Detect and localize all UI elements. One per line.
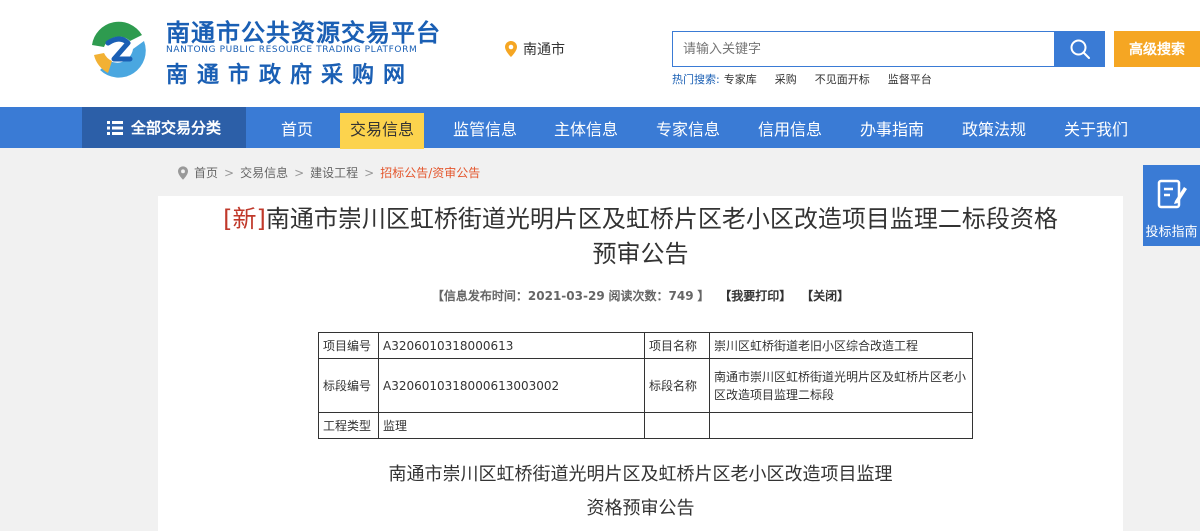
bidding-guide-button[interactable]: 投标指南 [1143, 165, 1200, 246]
table-row: 项目编号 A3206010318000613 项目名称 崇川区虹桥街道老旧小区综… [318, 332, 973, 359]
close-link[interactable]: 【关闭】 [801, 289, 849, 303]
nav-item-home[interactable]: 首页 [264, 107, 330, 148]
document-heading-line2: 资格预审公告 [586, 498, 695, 519]
table-cell: A3206010318000613003002 [378, 358, 645, 413]
all-categories-button[interactable]: 全部交易分类 [82, 107, 246, 148]
article-title-line2: 预审公告 [592, 240, 689, 268]
nav-item-credit-info[interactable]: 信用信息 [748, 107, 832, 148]
meta-prefix: 【信息发布时间： [431, 289, 528, 303]
table-cell: 工程类型 [318, 412, 379, 439]
location-pin-icon [505, 41, 517, 57]
document-heading: 南通市崇川区虹桥街道光明片区及虹桥片区老小区改造项目监理 资格预审公告 [158, 458, 1123, 526]
nav-item-about[interactable]: 关于我们 [1054, 107, 1138, 148]
site-title-english: NANTONG PUBLIC RESOURCE TRADING PLATFORM [166, 45, 418, 55]
hot-search-item[interactable]: 不见面开标 [815, 71, 870, 87]
table-cell: 标段编号 [318, 358, 379, 413]
table-cell [709, 412, 973, 439]
table-row: 工程类型 监理 [318, 412, 973, 439]
site-subtitle[interactable]: 南通市政府采购网 [166, 57, 414, 89]
site-logo-icon[interactable] [86, 15, 152, 81]
location-pin-icon [178, 165, 188, 180]
location-selector[interactable]: 南通市 [505, 39, 565, 59]
advanced-search-button[interactable]: 高级搜索 [1114, 31, 1200, 67]
breadcrumb-separator: > [294, 165, 305, 180]
article-title: [新]南通市崇川区虹桥街道光明片区及虹桥片区老小区改造项目监理二标段资格 预审公… [158, 202, 1123, 272]
search-input[interactable] [672, 31, 1055, 67]
views-label: 阅读次数： [608, 289, 669, 303]
article-meta: 【信息发布时间：2021-03-29 阅读次数：749 】 【我要打印】 【关闭… [158, 287, 1123, 304]
location-label: 南通市 [523, 42, 565, 58]
breadcrumb: 首页 > 交易信息 > 建设工程 > 招标公告/资审公告 [178, 164, 480, 181]
hot-search: 热门搜索: 专家库 采购 不见面开标 监督平台 [672, 71, 950, 87]
breadcrumb-item-construction[interactable]: 建设工程 [310, 164, 358, 181]
nav-item-supervision-info[interactable]: 监管信息 [443, 107, 527, 148]
menu-icon [106, 120, 123, 135]
views-count: 749 [668, 289, 694, 303]
hot-search-label: 热门搜索: [672, 73, 720, 86]
document-heading-line1: 南通市崇川区虹桥街道光明片区及虹桥片区老小区改造项目监理 [388, 464, 893, 485]
table-cell: 标段名称 [644, 358, 710, 413]
hot-search-item[interactable]: 专家库 [724, 71, 757, 87]
meta-suffix: 】 [697, 289, 710, 303]
table-cell: 监理 [378, 412, 645, 439]
table-cell: 南通市崇川区虹桥街道光明片区及虹桥片区老小区改造项目监理二标段 [709, 358, 973, 413]
table-cell: 崇川区虹桥街道老旧小区综合改造工程 [709, 332, 973, 359]
publish-time: 2021-03-29 [527, 289, 605, 303]
article-panel: [新]南通市崇川区虹桥街道光明片区及虹桥片区老小区改造项目监理二标段资格 预审公… [158, 196, 1123, 531]
new-tag: [新] [223, 205, 266, 233]
table-cell [644, 412, 710, 439]
breadcrumb-item-home[interactable]: 首页 [194, 164, 218, 181]
nav-item-guide[interactable]: 办事指南 [850, 107, 934, 148]
all-categories-label: 全部交易分类 [130, 119, 221, 137]
hot-search-item[interactable]: 监督平台 [888, 71, 932, 87]
site-title[interactable]: 南通市公共资源交易平台 [166, 13, 441, 48]
table-cell: 项目名称 [644, 332, 710, 359]
search-icon [1070, 39, 1090, 59]
breadcrumb-item-trading-info[interactable]: 交易信息 [240, 164, 288, 181]
article-title-line1: 南通市崇川区虹桥街道光明片区及虹桥片区老小区改造项目监理二标段资格 [265, 205, 1058, 233]
breadcrumb-separator: > [224, 165, 235, 180]
hot-search-item[interactable]: 采购 [775, 71, 797, 87]
nav-item-expert-info[interactable]: 专家信息 [646, 107, 730, 148]
nav-item-trading-info[interactable]: 交易信息 [340, 107, 424, 148]
print-link[interactable]: 【我要打印】 [719, 289, 791, 303]
project-info-table: 项目编号 A3206010318000613 项目名称 崇川区虹桥街道老旧小区综… [318, 332, 973, 439]
breadcrumb-item-current[interactable]: 招标公告/资审公告 [380, 164, 480, 181]
nav-item-entity-info[interactable]: 主体信息 [544, 107, 628, 148]
bidding-guide-label: 投标指南 [1145, 225, 1198, 240]
nav-item-policy[interactable]: 政策法规 [952, 107, 1036, 148]
table-cell: A3206010318000613 [378, 332, 645, 359]
document-edit-icon [1157, 179, 1187, 209]
table-row: 标段编号 A3206010318000613003002 标段名称 南通市崇川区… [318, 358, 973, 413]
search-button[interactable] [1054, 31, 1105, 67]
site-header: 南通市公共资源交易平台 NANTONG PUBLIC RESOURCE TRAD… [0, 0, 1200, 107]
breadcrumb-separator: > [364, 165, 375, 180]
table-cell: 项目编号 [318, 332, 379, 359]
